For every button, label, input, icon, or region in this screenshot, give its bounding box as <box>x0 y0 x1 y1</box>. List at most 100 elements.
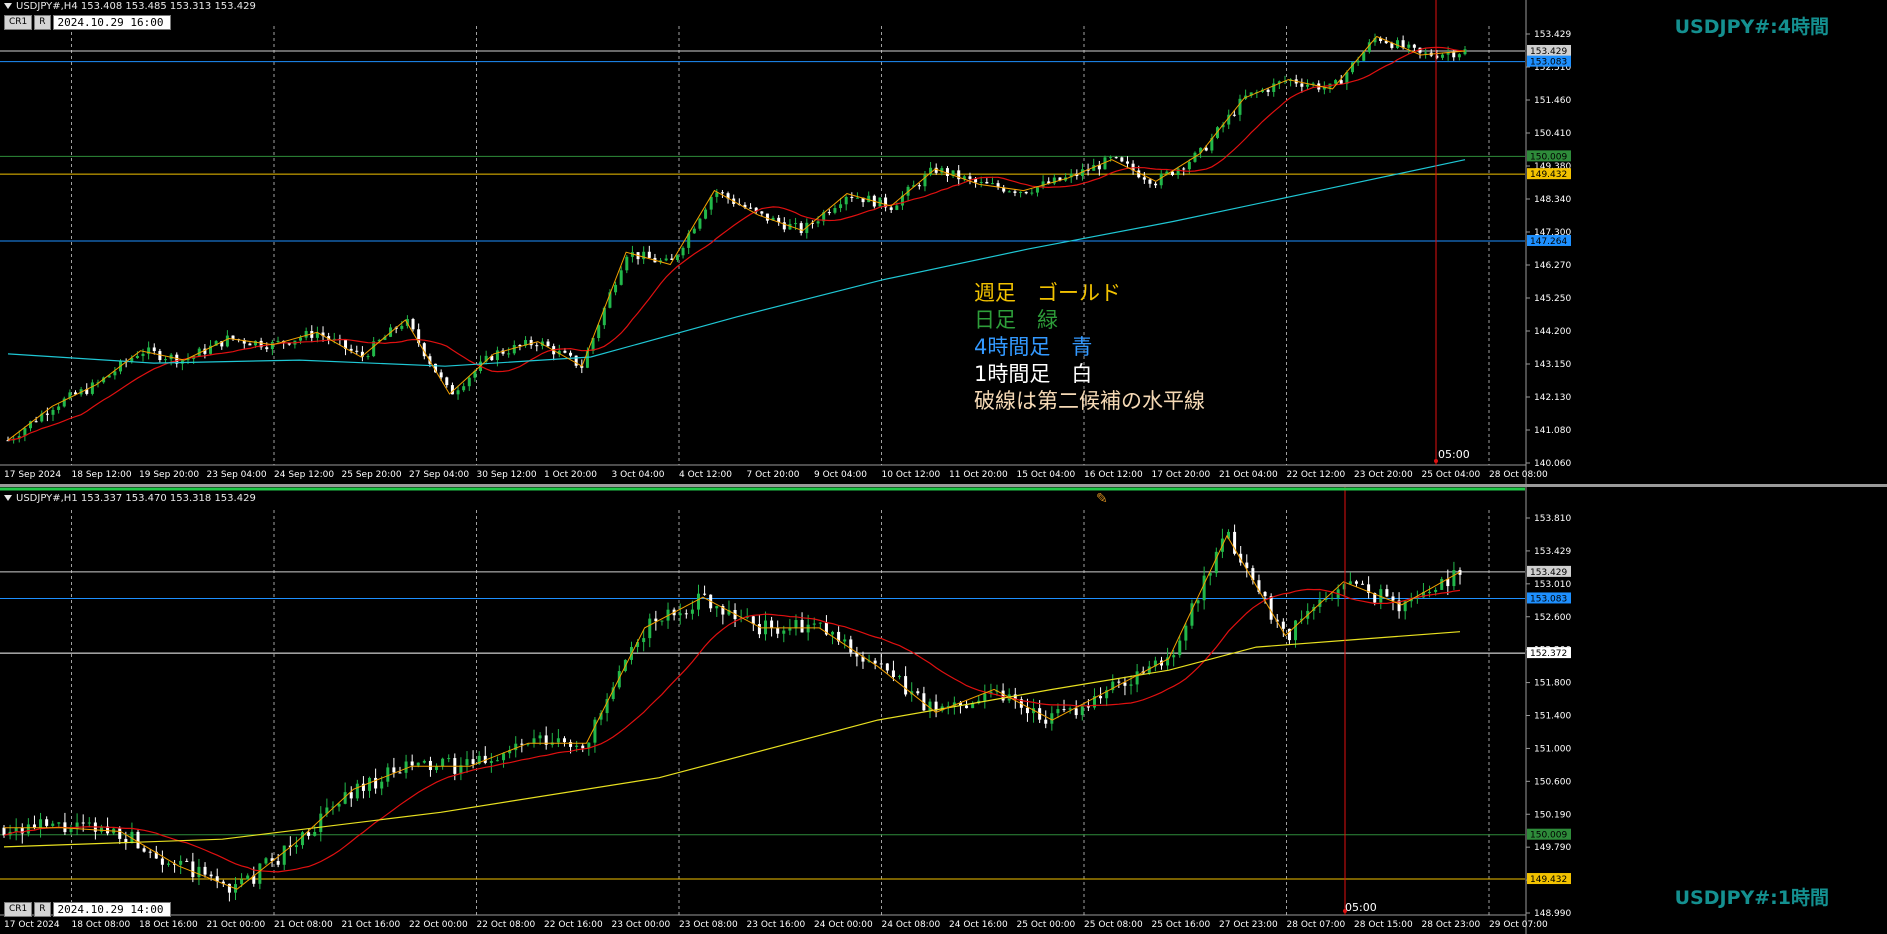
candle-body <box>164 359 168 361</box>
candle-body <box>770 620 774 629</box>
price-label: 153.810 <box>1534 514 1571 524</box>
candle-body <box>1202 575 1206 601</box>
candle-body <box>197 866 201 878</box>
candle-body <box>703 593 707 595</box>
candle-body <box>191 861 195 878</box>
time-label: 24 Sep 12:00 <box>274 470 334 480</box>
candle-body <box>1281 621 1285 629</box>
candle-body <box>904 676 908 695</box>
candle-body <box>240 879 244 885</box>
price-tag-label: 153.429 <box>1530 47 1567 57</box>
h4-chart-title: USDJPY#:4時間 <box>1674 16 1829 38</box>
time-label: 23 Oct 16:00 <box>747 920 806 930</box>
candle-body <box>514 743 518 751</box>
candle-body <box>765 213 769 221</box>
zigzag-line <box>4 534 1461 890</box>
candle-body <box>349 792 353 799</box>
candle-body <box>166 863 170 865</box>
candle-body <box>57 406 61 410</box>
candle-body <box>113 371 117 376</box>
time-label: 22 Oct 00:00 <box>409 920 468 930</box>
candle-body <box>878 197 882 207</box>
candle-body <box>849 639 853 653</box>
candle-body <box>764 620 768 635</box>
price-label: 140.060 <box>1534 459 1571 469</box>
h1-crosshair-button[interactable]: CR1 <box>4 902 33 917</box>
candle-body <box>1440 579 1444 590</box>
candle-body <box>410 761 414 766</box>
candle-body <box>248 343 252 346</box>
candle-body <box>800 620 804 633</box>
candle-body <box>185 860 189 862</box>
h1-chart-panel[interactable]: 17 Oct 2024 18 Oct 08:00 18 Oct 16:00 21 Oc… <box>0 487 1887 934</box>
ma-slow-line <box>7 159 1466 367</box>
candle-body <box>1385 589 1389 597</box>
candle-body <box>495 350 499 361</box>
time-label: 28 Oct 07:00 <box>1287 920 1346 930</box>
candle-body <box>889 207 893 210</box>
candle-body <box>246 875 250 880</box>
time-label: 17 Oct 20:00 <box>1152 470 1211 480</box>
h4-crosshair-button[interactable]: CR1 <box>4 15 33 30</box>
candle-body <box>276 861 280 865</box>
candle-body <box>152 347 156 352</box>
candle-body <box>276 340 280 343</box>
legend-4hour: 4時間足 青 <box>974 335 1093 359</box>
candle-body <box>39 819 43 828</box>
time-label: 3 Oct 04:00 <box>612 470 665 480</box>
candle-body <box>374 777 378 789</box>
h1-header-text: USDJPY#,H1 153.337 153.470 153.318 153.4… <box>16 493 256 504</box>
candle-body <box>812 623 816 625</box>
candle-body <box>788 628 792 631</box>
ma-fast-line <box>7 46 1466 441</box>
h1-date-field[interactable]: 2024.10.29 14:00 <box>52 902 171 917</box>
legend-daily: 日足 緑 <box>974 308 1058 332</box>
candle-body <box>1019 191 1023 193</box>
time-label: 22 Oct 08:00 <box>477 920 536 930</box>
candle-body <box>968 176 972 179</box>
legend-weekly: 週足 ゴールド <box>974 281 1121 305</box>
h1-r-button[interactable]: R <box>34 902 51 917</box>
h4-r-button[interactable]: R <box>34 15 51 30</box>
h4-chart-canvas[interactable]: 17 Sep 2024 18 Sep 12:00 19 Sep 20:00 23 Se… <box>0 0 1887 484</box>
h1-chart-canvas[interactable]: 17 Oct 2024 18 Oct 08:00 18 Oct 16:00 21 Oc… <box>0 487 1887 934</box>
time-label: 11 Oct 20:00 <box>949 470 1008 480</box>
candle-body <box>1434 589 1438 592</box>
price-label: 142.130 <box>1534 393 1571 403</box>
time-label: 17 Oct 2024 <box>4 920 60 930</box>
candle-body <box>563 350 567 353</box>
candle-body <box>1109 157 1113 159</box>
h4-header-text: USDJPY#,H4 153.408 153.485 153.313 153.4… <box>16 1 256 12</box>
collapse-triangle-icon[interactable] <box>4 3 12 9</box>
time-label: 24 Oct 00:00 <box>814 920 873 930</box>
candle-body <box>507 353 511 355</box>
candle-body <box>1463 49 1467 55</box>
h4-chart-panel[interactable]: 17 Sep 2024 18 Sep 12:00 19 Sep 20:00 23 Se… <box>0 0 1887 484</box>
candle-body <box>1356 60 1360 63</box>
candle-body <box>386 767 390 782</box>
candle-body <box>642 251 646 260</box>
candle-body <box>1117 681 1121 683</box>
candle-body <box>489 761 493 763</box>
candle-body <box>885 663 889 671</box>
candle-body <box>1407 44 1411 48</box>
candle-body <box>678 613 682 616</box>
candle-body <box>614 284 618 293</box>
candle-body <box>57 822 61 824</box>
candle-body <box>495 760 499 762</box>
candle-body <box>1125 161 1129 164</box>
candle-body <box>749 207 753 209</box>
candle-body <box>1025 707 1029 714</box>
candle-body <box>1050 713 1054 724</box>
collapse-triangle-icon[interactable] <box>4 495 12 501</box>
candle-body <box>990 183 994 185</box>
candle-body <box>985 181 989 184</box>
candle-body <box>512 345 516 354</box>
candle-body <box>709 196 713 210</box>
legend-dashed-note: 破線は第二候補の水平線 <box>974 389 1205 413</box>
candle-body <box>898 676 902 678</box>
pencil-icon[interactable]: ✎ <box>1096 491 1108 507</box>
candle-body <box>520 743 524 745</box>
time-label: 27 Oct 23:00 <box>1219 920 1278 930</box>
h4-date-field[interactable]: 2024.10.29 16:00 <box>52 15 171 30</box>
